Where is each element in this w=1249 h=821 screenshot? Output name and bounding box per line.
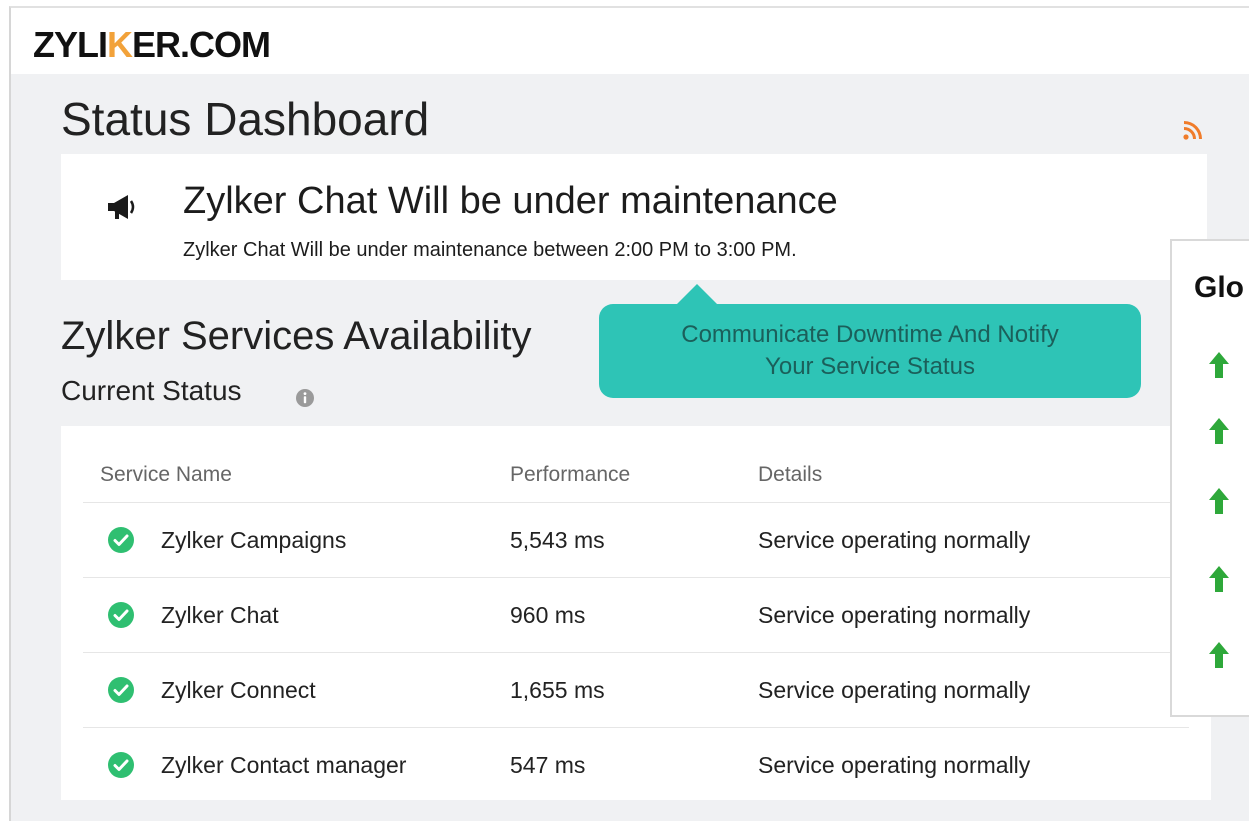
service-details: Service operating normally xyxy=(758,652,1189,728)
service-performance: 547 ms xyxy=(510,751,586,778)
column-header-details[interactable]: Details xyxy=(758,448,1189,503)
arrow-up-icon xyxy=(1209,352,1229,378)
service-name: Zylker Chat xyxy=(161,601,279,628)
arrow-up-icon xyxy=(1209,488,1229,514)
global-panel-title: Glo xyxy=(1194,271,1244,304)
global-status-panel[interactable]: Glo xyxy=(1170,239,1249,717)
arrow-up-icon xyxy=(1209,566,1229,592)
service-performance: 960 ms xyxy=(510,577,758,653)
service-name: Zylker Contact manager xyxy=(161,751,407,778)
arrow-up-icon xyxy=(1209,418,1229,444)
table-row[interactable]: Zylker Connect 1,655 ms Service operatin… xyxy=(83,652,1189,728)
callout-line-1: Communicate Downtime And Notify xyxy=(681,321,1059,348)
maintenance-announcement: Zylker Chat Will be under maintenance Zy… xyxy=(61,154,1207,280)
table-header-row: Service Name Performance Details xyxy=(83,448,1189,503)
service-name: Zylker Campaigns xyxy=(161,526,347,553)
service-name: Zylker Connect xyxy=(161,676,316,703)
table-row[interactable]: Zylker Chat 960 ms Service operating nor… xyxy=(83,577,1189,653)
services-table: Service Name Performance Details Zylker … xyxy=(83,448,1189,802)
arrow-up-icon xyxy=(1209,642,1229,668)
service-details: Service operating normally xyxy=(758,502,1189,578)
table-row[interactable]: Zylker Campaigns 5,543 ms Service operat… xyxy=(83,502,1189,578)
rss-icon[interactable] xyxy=(1181,118,1205,142)
services-table-card: Service Name Performance Details Zylker … xyxy=(61,426,1211,800)
service-details: Service operating normally xyxy=(758,751,1031,778)
announcement-title: Zylker Chat Will be under maintenance xyxy=(183,180,838,222)
check-circle-icon xyxy=(108,527,134,553)
column-header-performance[interactable]: Performance xyxy=(510,448,758,503)
page-title: Status Dashboard xyxy=(61,93,430,145)
app-frame: ZYLIKER.COM Status Dashboard Zylker Chat… xyxy=(9,6,1249,821)
service-performance: 1,655 ms xyxy=(510,652,758,728)
check-circle-icon xyxy=(108,602,134,628)
check-circle-icon xyxy=(108,677,134,703)
top-bar: ZYLIKER.COM xyxy=(11,8,1249,74)
megaphone-icon xyxy=(108,195,135,219)
service-details: Service operating normally xyxy=(758,577,1189,653)
brand-logo[interactable]: ZYLIKER.COM xyxy=(33,24,271,66)
feature-callout: Communicate Downtime And Notify Your Ser… xyxy=(599,284,1141,398)
services-availability-heading: Zylker Services Availability xyxy=(61,314,532,358)
callout-line-2: Your Service Status xyxy=(765,353,975,380)
column-header-service-name[interactable]: Service Name xyxy=(83,448,510,503)
table-row[interactable]: Zylker Contact manager 547 ms Service op… xyxy=(83,728,1189,803)
check-circle-icon xyxy=(108,752,134,778)
service-performance: 5,543 ms xyxy=(510,502,758,578)
current-status-heading: Current Status xyxy=(61,375,242,406)
announcement-body: Zylker Chat Will be under maintenance be… xyxy=(183,239,797,261)
info-icon[interactable] xyxy=(295,388,315,408)
